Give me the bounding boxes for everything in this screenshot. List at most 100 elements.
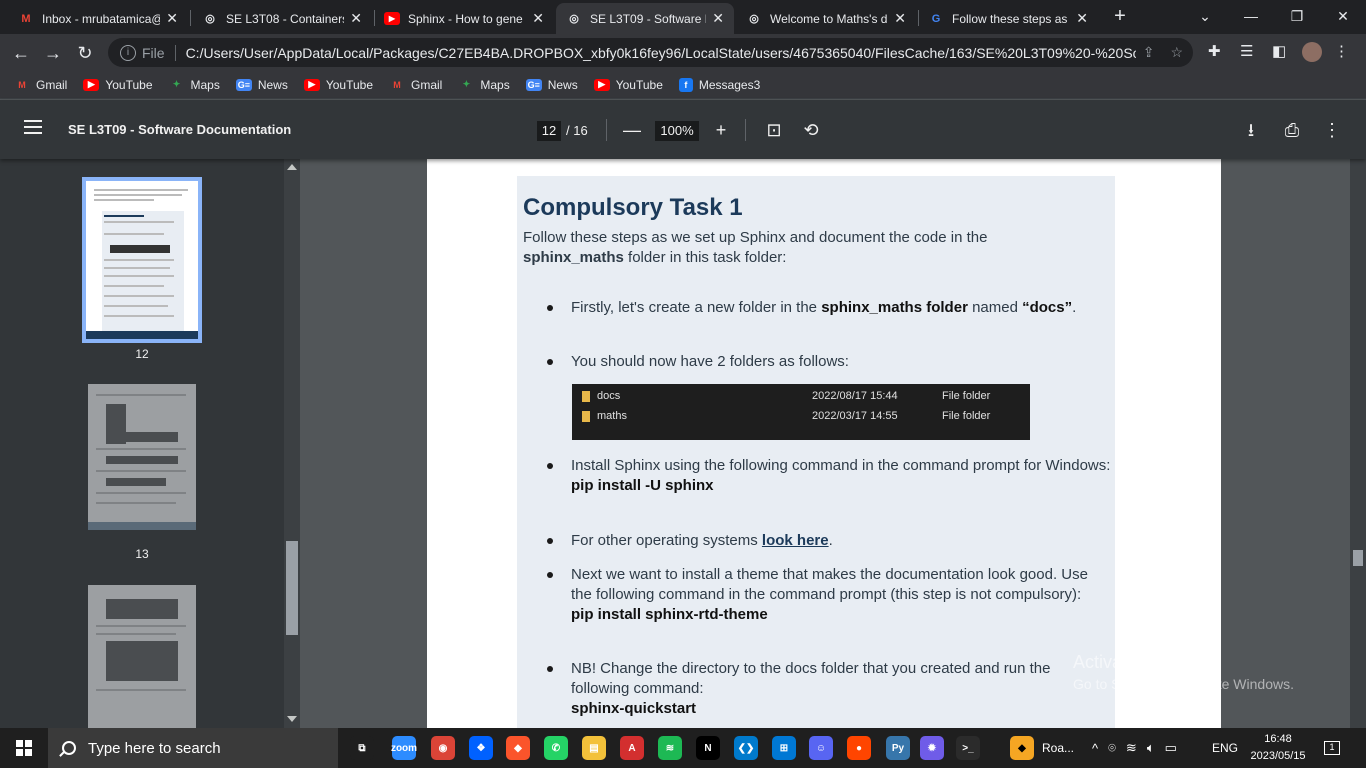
spotify-icon[interactable]: ≋ xyxy=(658,736,682,760)
task-view-icon[interactable]: ⧉ xyxy=(350,736,374,760)
bookmark-gmail[interactable]: M Gmail xyxy=(389,78,442,92)
bookmark-maps[interactable]: ✦ Maps xyxy=(458,78,510,92)
bookmark-gmail[interactable]: M Gmail xyxy=(14,78,67,92)
acrobat-icon[interactable]: A xyxy=(620,736,644,760)
bookmark-news[interactable]: G≡ News xyxy=(235,78,288,92)
chrome-icon[interactable]: ◉ xyxy=(431,736,455,760)
document-title: SE L3T09 - Software Documentation xyxy=(68,122,292,137)
close-icon[interactable]: ✕ xyxy=(894,10,906,27)
task-heading: Compulsory Task 1 xyxy=(523,194,743,221)
notification-icon[interactable]: 1 xyxy=(1324,728,1340,768)
task-intro: Follow these steps as we set up Sphinx a… xyxy=(523,229,988,266)
compulsory-task-box: Compulsory Task 1 Follow these steps as … xyxy=(517,176,1115,728)
more-options-icon[interactable]: ⋮ xyxy=(1320,118,1344,142)
minimize-icon[interactable]: — xyxy=(1228,0,1274,32)
download-icon[interactable]: ⭳ xyxy=(1239,118,1263,142)
reddit-icon[interactable]: ● xyxy=(847,736,871,760)
activate-windows-watermark: Activate Windows Go to Settings to activ… xyxy=(1073,652,1294,692)
bookmark-messages[interactable]: f Messages3 xyxy=(678,77,760,92)
address-bar[interactable]: i File C:/Users/User/AppData/Local/Packa… xyxy=(108,38,1193,67)
new-tab-button[interactable]: + xyxy=(1108,5,1132,29)
bookmark-youtube[interactable]: ▶ YouTube xyxy=(83,78,153,92)
whatsapp-icon[interactable]: ✆ xyxy=(544,736,568,760)
brave-icon[interactable]: ◆ xyxy=(506,736,530,760)
roblox-taskbar-label[interactable]: Roa... xyxy=(1042,728,1074,768)
forward-icon[interactable]: → xyxy=(40,40,66,66)
browser-tab-bar: M Inbox - mrubatamica@ ✕ ◎ SE L3T08 - Co… xyxy=(0,0,1366,34)
back-icon[interactable]: ← xyxy=(8,40,34,66)
bookmark-maps[interactable]: ✦ Maps xyxy=(169,78,220,92)
tab-software-documentation[interactable]: ◎ SE L3T09 - Software D ✕ xyxy=(556,3,734,34)
tab-maths-docs[interactable]: ◎ Welcome to Maths's d ✕ xyxy=(736,3,916,34)
volume-icon[interactable]: 🔈︎ xyxy=(1147,740,1155,756)
viewer-scroll-thumb[interactable] xyxy=(1353,550,1363,566)
print-icon[interactable]: ⎙ xyxy=(1280,118,1304,142)
sidebar-scroll-thumb[interactable] xyxy=(286,541,298,635)
terminal-icon[interactable]: >_ xyxy=(956,736,980,760)
profile-avatar[interactable] xyxy=(1302,42,1322,62)
close-window-icon[interactable]: ✕ xyxy=(1320,0,1366,32)
url-text: C:/Users/User/AppData/Local/Packages/C27… xyxy=(185,44,1136,61)
tab-sphinx-youtube[interactable]: ▶ Sphinx - How to gene ✕ xyxy=(374,3,554,34)
close-icon[interactable]: ✕ xyxy=(350,10,362,27)
info-icon[interactable]: i xyxy=(120,44,136,61)
fit-page-icon[interactable]: ⊡ xyxy=(762,118,786,142)
wifi-icon[interactable]: ≋ xyxy=(1126,740,1137,756)
python-icon[interactable]: Py xyxy=(886,736,910,760)
vscode-icon[interactable]: ❮❯ xyxy=(734,736,758,760)
roblox-icon[interactable]: ◆ xyxy=(1010,736,1034,760)
chrome-menu-icon[interactable]: ⋮ xyxy=(1334,42,1349,60)
menu-icon[interactable] xyxy=(24,120,42,134)
taskbar-search-box[interactable]: Type here to search xyxy=(48,728,338,768)
dropbox-icon[interactable]: ❖ xyxy=(469,736,493,760)
look-here-link[interactable]: look here xyxy=(762,532,829,549)
bookmark-youtube[interactable]: ▶ YouTube xyxy=(303,78,373,92)
thumbnail-label: 13 xyxy=(135,547,149,561)
bookmark-youtube[interactable]: ▶ YouTube xyxy=(593,78,663,92)
viewer-scrollbar[interactable] xyxy=(1350,159,1366,728)
thumbnail-page-12[interactable] xyxy=(82,177,202,343)
close-icon[interactable]: ✕ xyxy=(166,10,178,27)
discord-icon[interactable]: ☺ xyxy=(809,736,833,760)
thumbnail-page-13[interactable] xyxy=(88,384,196,530)
restore-icon[interactable]: ❐ xyxy=(1274,0,1320,32)
page-number-input[interactable]: 12 xyxy=(537,121,561,141)
tab-search-icon[interactable]: ⌄ xyxy=(1182,0,1228,32)
clock[interactable]: 16:48 2023/05/15 xyxy=(1246,731,1310,765)
bookmark-news[interactable]: G≡ News xyxy=(525,78,578,92)
zoom-input[interactable]: 100% xyxy=(655,121,699,141)
youtube-icon: ▶ xyxy=(384,12,400,25)
thumbnail-page-14[interactable] xyxy=(88,585,196,728)
tab-follow-steps[interactable]: G Follow these steps as ✕ xyxy=(918,3,1098,34)
side-panel-icon[interactable]: ◧ xyxy=(1272,42,1286,60)
rotate-icon[interactable]: ⟲ xyxy=(799,118,823,142)
sidebar-scrollbar[interactable] xyxy=(284,159,300,728)
file-explorer-icon[interactable]: ▤ xyxy=(582,736,606,760)
folder-row: docs 2022/08/17 15:44 File folder xyxy=(572,386,1030,406)
extensions-icon[interactable]: ✚ xyxy=(1208,42,1221,60)
command-text: sphinx-quickstart xyxy=(571,700,697,717)
reading-list-icon[interactable]: ☰ xyxy=(1240,42,1253,60)
chevron-up-icon[interactable]: ^ xyxy=(1092,741,1098,756)
tab-containers[interactable]: ◎ SE L3T08 - Containers ✕ xyxy=(192,3,372,34)
close-icon[interactable]: ✕ xyxy=(1076,10,1088,27)
zoom-in-icon[interactable]: + xyxy=(709,118,733,142)
battery-icon[interactable]: ▭ xyxy=(1165,740,1177,756)
youtube-icon: ▶ xyxy=(593,78,610,91)
settings-icon[interactable]: ✹ xyxy=(920,736,944,760)
start-button[interactable] xyxy=(16,740,32,756)
windows-taskbar: Type here to search ⧉ zoom ◉ ❖ ◆ ✆ ▤ A ≋ N ❮❯ ⊞ ☺ ● Py… xyxy=(0,728,1366,768)
chrome-icon: ◎ xyxy=(749,13,759,25)
share-icon[interactable]: ⇪ xyxy=(1143,44,1155,61)
close-icon[interactable]: ✕ xyxy=(712,10,724,27)
zoom-out-icon[interactable]: — xyxy=(620,118,644,142)
tab-inbox[interactable]: M Inbox - mrubatamica@ ✕ xyxy=(8,3,188,34)
close-icon[interactable]: ✕ xyxy=(532,10,544,27)
bookmark-star-icon[interactable]: ☆ xyxy=(1170,44,1183,61)
zoom-icon[interactable]: zoom xyxy=(391,736,417,760)
reload-icon[interactable]: ↻ xyxy=(72,40,98,66)
language-indicator[interactable]: ENG xyxy=(1212,728,1238,768)
netflix-icon[interactable]: N xyxy=(696,736,720,760)
meet-icon[interactable]: ⌾ xyxy=(1108,740,1116,756)
store-icon[interactable]: ⊞ xyxy=(772,736,796,760)
